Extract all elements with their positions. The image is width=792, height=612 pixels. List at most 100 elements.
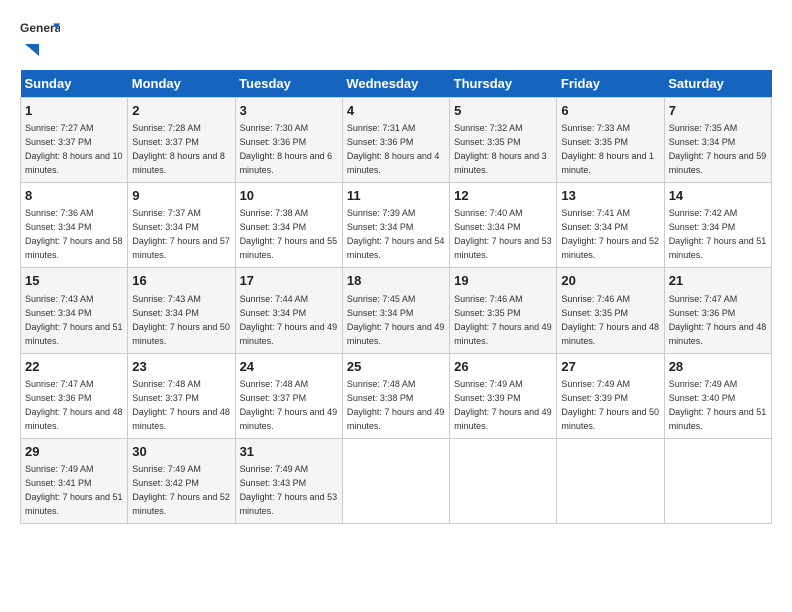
empty-cell: [664, 438, 771, 523]
day-info: Sunrise: 7:37 AMSunset: 3:34 PMDaylight:…: [132, 208, 230, 260]
calendar-day-19: 19 Sunrise: 7:46 AMSunset: 3:35 PMDaylig…: [450, 268, 557, 353]
logo: General: [20, 20, 60, 60]
day-info: Sunrise: 7:44 AMSunset: 3:34 PMDaylight:…: [240, 294, 338, 346]
calendar-day-5: 5 Sunrise: 7:32 AMSunset: 3:35 PMDayligh…: [450, 98, 557, 183]
empty-cell: [450, 438, 557, 523]
calendar-day-15: 15 Sunrise: 7:43 AMSunset: 3:34 PMDaylig…: [21, 268, 128, 353]
calendar-week-4: 22 Sunrise: 7:47 AMSunset: 3:36 PMDaylig…: [21, 353, 772, 438]
logo-icon: General: [20, 20, 60, 40]
empty-cell: [342, 438, 449, 523]
day-number: 10: [240, 187, 338, 205]
logo-triangle-icon: [21, 42, 39, 60]
calendar-day-14: 14 Sunrise: 7:42 AMSunset: 3:34 PMDaylig…: [664, 183, 771, 268]
day-info: Sunrise: 7:49 AMSunset: 3:43 PMDaylight:…: [240, 464, 338, 516]
day-number: 30: [132, 443, 230, 461]
day-info: Sunrise: 7:47 AMSunset: 3:36 PMDaylight:…: [25, 379, 123, 431]
calendar-day-4: 4 Sunrise: 7:31 AMSunset: 3:36 PMDayligh…: [342, 98, 449, 183]
day-number: 22: [25, 358, 123, 376]
day-info: Sunrise: 7:48 AMSunset: 3:38 PMDaylight:…: [347, 379, 445, 431]
calendar-week-1: 1 Sunrise: 7:27 AMSunset: 3:37 PMDayligh…: [21, 98, 772, 183]
calendar-day-13: 13 Sunrise: 7:41 AMSunset: 3:34 PMDaylig…: [557, 183, 664, 268]
day-info: Sunrise: 7:42 AMSunset: 3:34 PMDaylight:…: [669, 208, 767, 260]
day-info: Sunrise: 7:35 AMSunset: 3:34 PMDaylight:…: [669, 123, 767, 175]
day-number: 2: [132, 102, 230, 120]
day-number: 18: [347, 272, 445, 290]
day-info: Sunrise: 7:39 AMSunset: 3:34 PMDaylight:…: [347, 208, 445, 260]
page-header: General: [20, 20, 772, 60]
day-number: 13: [561, 187, 659, 205]
day-info: Sunrise: 7:48 AMSunset: 3:37 PMDaylight:…: [132, 379, 230, 431]
calendar-day-17: 17 Sunrise: 7:44 AMSunset: 3:34 PMDaylig…: [235, 268, 342, 353]
weekday-header-monday: Monday: [128, 70, 235, 98]
day-number: 8: [25, 187, 123, 205]
day-info: Sunrise: 7:31 AMSunset: 3:36 PMDaylight:…: [347, 123, 440, 175]
calendar-day-3: 3 Sunrise: 7:30 AMSunset: 3:36 PMDayligh…: [235, 98, 342, 183]
day-info: Sunrise: 7:45 AMSunset: 3:34 PMDaylight:…: [347, 294, 445, 346]
calendar-week-3: 15 Sunrise: 7:43 AMSunset: 3:34 PMDaylig…: [21, 268, 772, 353]
day-number: 5: [454, 102, 552, 120]
day-info: Sunrise: 7:43 AMSunset: 3:34 PMDaylight:…: [132, 294, 230, 346]
calendar-day-22: 22 Sunrise: 7:47 AMSunset: 3:36 PMDaylig…: [21, 353, 128, 438]
day-number: 26: [454, 358, 552, 376]
day-info: Sunrise: 7:27 AMSunset: 3:37 PMDaylight:…: [25, 123, 123, 175]
calendar-day-7: 7 Sunrise: 7:35 AMSunset: 3:34 PMDayligh…: [664, 98, 771, 183]
calendar-day-29: 29 Sunrise: 7:49 AMSunset: 3:41 PMDaylig…: [21, 438, 128, 523]
day-number: 24: [240, 358, 338, 376]
calendar-day-25: 25 Sunrise: 7:48 AMSunset: 3:38 PMDaylig…: [342, 353, 449, 438]
empty-cell: [557, 438, 664, 523]
day-info: Sunrise: 7:46 AMSunset: 3:35 PMDaylight:…: [454, 294, 552, 346]
calendar-day-23: 23 Sunrise: 7:48 AMSunset: 3:37 PMDaylig…: [128, 353, 235, 438]
calendar-day-12: 12 Sunrise: 7:40 AMSunset: 3:34 PMDaylig…: [450, 183, 557, 268]
calendar-day-20: 20 Sunrise: 7:46 AMSunset: 3:35 PMDaylig…: [557, 268, 664, 353]
day-info: Sunrise: 7:32 AMSunset: 3:35 PMDaylight:…: [454, 123, 547, 175]
day-info: Sunrise: 7:48 AMSunset: 3:37 PMDaylight:…: [240, 379, 338, 431]
day-info: Sunrise: 7:47 AMSunset: 3:36 PMDaylight:…: [669, 294, 767, 346]
day-info: Sunrise: 7:33 AMSunset: 3:35 PMDaylight:…: [561, 123, 654, 175]
day-number: 3: [240, 102, 338, 120]
day-info: Sunrise: 7:43 AMSunset: 3:34 PMDaylight:…: [25, 294, 123, 346]
day-info: Sunrise: 7:49 AMSunset: 3:41 PMDaylight:…: [25, 464, 123, 516]
day-number: 31: [240, 443, 338, 461]
calendar-day-2: 2 Sunrise: 7:28 AMSunset: 3:37 PMDayligh…: [128, 98, 235, 183]
calendar-day-6: 6 Sunrise: 7:33 AMSunset: 3:35 PMDayligh…: [557, 98, 664, 183]
day-number: 6: [561, 102, 659, 120]
day-number: 9: [132, 187, 230, 205]
day-info: Sunrise: 7:49 AMSunset: 3:42 PMDaylight:…: [132, 464, 230, 516]
day-info: Sunrise: 7:40 AMSunset: 3:34 PMDaylight:…: [454, 208, 552, 260]
calendar-day-16: 16 Sunrise: 7:43 AMSunset: 3:34 PMDaylig…: [128, 268, 235, 353]
calendar-day-10: 10 Sunrise: 7:38 AMSunset: 3:34 PMDaylig…: [235, 183, 342, 268]
calendar-day-26: 26 Sunrise: 7:49 AMSunset: 3:39 PMDaylig…: [450, 353, 557, 438]
day-info: Sunrise: 7:30 AMSunset: 3:36 PMDaylight:…: [240, 123, 333, 175]
day-info: Sunrise: 7:28 AMSunset: 3:37 PMDaylight:…: [132, 123, 225, 175]
day-number: 28: [669, 358, 767, 376]
day-number: 20: [561, 272, 659, 290]
calendar-day-28: 28 Sunrise: 7:49 AMSunset: 3:40 PMDaylig…: [664, 353, 771, 438]
day-info: Sunrise: 7:41 AMSunset: 3:34 PMDaylight:…: [561, 208, 659, 260]
day-info: Sunrise: 7:38 AMSunset: 3:34 PMDaylight:…: [240, 208, 338, 260]
day-info: Sunrise: 7:46 AMSunset: 3:35 PMDaylight:…: [561, 294, 659, 346]
calendar-day-27: 27 Sunrise: 7:49 AMSunset: 3:39 PMDaylig…: [557, 353, 664, 438]
calendar-day-11: 11 Sunrise: 7:39 AMSunset: 3:34 PMDaylig…: [342, 183, 449, 268]
weekday-header-friday: Friday: [557, 70, 664, 98]
calendar-day-31: 31 Sunrise: 7:49 AMSunset: 3:43 PMDaylig…: [235, 438, 342, 523]
calendar-table: SundayMondayTuesdayWednesdayThursdayFrid…: [20, 70, 772, 524]
calendar-header-row: SundayMondayTuesdayWednesdayThursdayFrid…: [21, 70, 772, 98]
calendar-day-30: 30 Sunrise: 7:49 AMSunset: 3:42 PMDaylig…: [128, 438, 235, 523]
calendar-day-1: 1 Sunrise: 7:27 AMSunset: 3:37 PMDayligh…: [21, 98, 128, 183]
day-number: 16: [132, 272, 230, 290]
day-number: 1: [25, 102, 123, 120]
day-info: Sunrise: 7:36 AMSunset: 3:34 PMDaylight:…: [25, 208, 123, 260]
calendar-week-5: 29 Sunrise: 7:49 AMSunset: 3:41 PMDaylig…: [21, 438, 772, 523]
calendar-day-8: 8 Sunrise: 7:36 AMSunset: 3:34 PMDayligh…: [21, 183, 128, 268]
calendar-day-24: 24 Sunrise: 7:48 AMSunset: 3:37 PMDaylig…: [235, 353, 342, 438]
calendar-week-2: 8 Sunrise: 7:36 AMSunset: 3:34 PMDayligh…: [21, 183, 772, 268]
day-number: 7: [669, 102, 767, 120]
day-number: 21: [669, 272, 767, 290]
day-number: 12: [454, 187, 552, 205]
day-number: 27: [561, 358, 659, 376]
calendar-day-18: 18 Sunrise: 7:45 AMSunset: 3:34 PMDaylig…: [342, 268, 449, 353]
weekday-header-tuesday: Tuesday: [235, 70, 342, 98]
weekday-header-wednesday: Wednesday: [342, 70, 449, 98]
day-number: 17: [240, 272, 338, 290]
weekday-header-thursday: Thursday: [450, 70, 557, 98]
